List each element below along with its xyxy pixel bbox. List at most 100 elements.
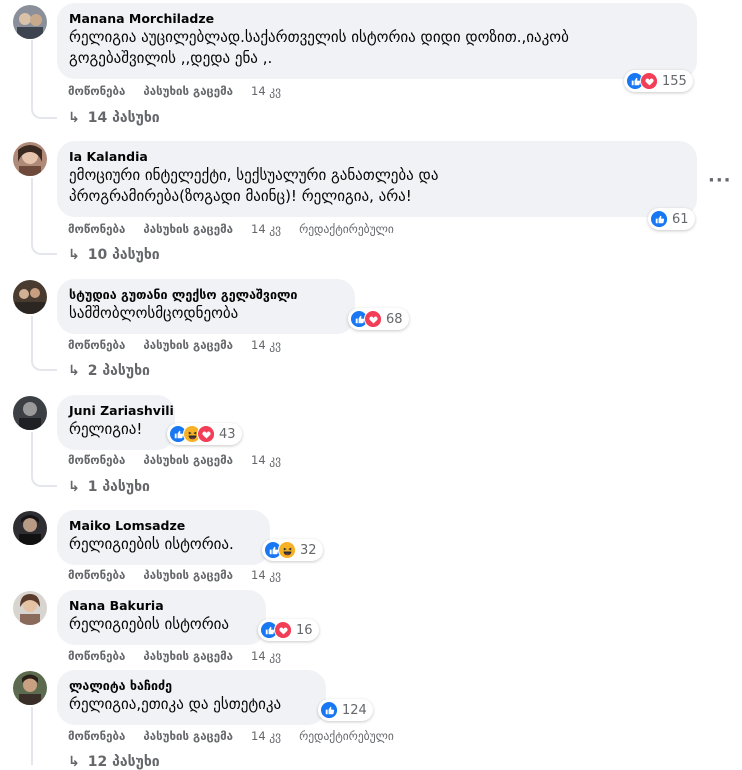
comment-timestamp[interactable]: 14 კვ	[251, 338, 281, 352]
reaction-summary[interactable]: 32	[262, 539, 323, 561]
reply-arrow-icon: ↳	[68, 247, 80, 263]
reply-button[interactable]: პასუხის გაცემა	[143, 568, 233, 582]
reply-button[interactable]: პასუხის გაცემა	[143, 222, 233, 236]
reaction-count: 61	[672, 211, 689, 227]
comment-actions: მოწონება პასუხის გაცემა 14 კვ რედაქტირებ…	[68, 222, 394, 236]
thread-line	[31, 707, 33, 765]
comment-timestamp[interactable]: 14 კვ	[251, 453, 281, 467]
like-reaction-icon	[650, 210, 668, 228]
comment-author[interactable]: Manana Morchiladze	[69, 11, 685, 27]
view-replies-link[interactable]: ↳ 10 პასუხი	[68, 247, 160, 263]
like-reaction-icon	[320, 701, 338, 719]
thread-line	[31, 316, 33, 357]
comment-bubble: Manana Morchiladze რელიგია აუცილებლად.სა…	[57, 3, 697, 79]
love-reaction-icon	[274, 621, 292, 639]
love-reaction-icon	[197, 425, 215, 443]
comment-timestamp[interactable]: 14 კვ	[251, 84, 281, 98]
view-replies-link[interactable]: ↳ 14 პასუხი	[68, 110, 160, 126]
comment-actions: მოწონება პასუხის გაცემა 14 კვ	[68, 338, 299, 352]
comment-timestamp[interactable]: 14 კვ	[251, 222, 281, 236]
reply-button[interactable]: პასუხის გაცემა	[143, 649, 233, 663]
haha-reaction-icon	[278, 541, 296, 559]
reaction-count: 16	[296, 622, 313, 638]
reply-button[interactable]: პასუხის გაცემა	[143, 453, 233, 467]
like-button[interactable]: მოწონება	[68, 338, 125, 352]
avatar[interactable]	[13, 396, 47, 430]
comment-bubble: Nana Bakuria რელიგიების ისტორია	[57, 590, 266, 645]
comment-author[interactable]: Nana Bakuria	[69, 598, 254, 614]
reply-arrow-icon: ↳	[68, 754, 80, 770]
like-button[interactable]: მოწონება	[68, 649, 125, 663]
reaction-summary[interactable]: 155	[624, 70, 693, 92]
thread-connector	[31, 357, 57, 371]
reaction-summary[interactable]: 124	[318, 699, 373, 721]
reaction-summary[interactable]: 43	[167, 423, 242, 445]
comment-text-line: რელიგია აუცილებლად.საქართველის ისტორია დ…	[69, 28, 569, 46]
comment-bubble: Maiko Lomsadze რელიგიების ისტორია.	[57, 510, 270, 565]
like-button[interactable]: მოწონება	[68, 453, 125, 467]
comment-text-line: რელიგია,ეთიკა და ესთეტიკა	[69, 695, 282, 713]
view-replies-link[interactable]: ↳ 2 პასუხი	[68, 363, 150, 379]
comment-text-line: რელიგია!	[69, 420, 143, 438]
avatar[interactable]	[13, 5, 47, 39]
reply-button[interactable]: პასუხის გაცემა	[143, 338, 233, 352]
comment-timestamp[interactable]: 14 კვ	[251, 649, 281, 663]
thread-line	[31, 178, 33, 241]
reaction-count: 68	[386, 311, 403, 327]
comment-text-line: პროგრამირება(ზოგადი მაინც)! რელიგია, არა…	[69, 187, 412, 205]
replies-count: 12 პასუხი	[87, 754, 160, 770]
reaction-summary[interactable]: 68	[348, 308, 409, 330]
more-options-icon[interactable]: ···	[708, 170, 732, 191]
view-replies-link[interactable]: ↳ 12 პასუხი	[68, 754, 160, 770]
thread-line	[31, 432, 33, 473]
comment-actions: მოწონება პასუხის გაცემა 14 კვ	[68, 649, 299, 663]
reply-button[interactable]: პასუხის გაცემა	[143, 84, 233, 98]
reaction-count: 32	[300, 542, 317, 558]
reaction-summary[interactable]: 16	[258, 619, 319, 641]
reply-arrow-icon: ↳	[68, 479, 80, 495]
like-button[interactable]: მოწონება	[68, 729, 125, 743]
like-button[interactable]: მოწონება	[68, 222, 125, 236]
comment-timestamp[interactable]: 14 კვ	[251, 568, 281, 582]
avatar[interactable]	[13, 591, 47, 625]
avatar[interactable]	[13, 671, 47, 705]
like-button[interactable]: მოწონება	[68, 84, 125, 98]
comment-text-line: ემოციური ინტელექტი, სექსუალური განათლება…	[69, 166, 439, 184]
avatar[interactable]	[13, 280, 47, 314]
comment-author[interactable]: ლალიტა ხაჩიძე	[69, 678, 314, 694]
edited-label: რედაქტირებული	[299, 729, 394, 743]
comment-bubble: ლალიტა ხაჩიძე რელიგია,ეთიკა და ესთეტიკა	[57, 670, 326, 725]
comment-actions: მოწონება პასუხის გაცემა 14 კვ	[68, 568, 299, 582]
thread-line	[31, 40, 33, 105]
reply-button[interactable]: პასუხის გაცემა	[143, 729, 233, 743]
replies-count: 14 პასუხი	[87, 110, 160, 126]
comment-timestamp[interactable]: 14 კვ	[251, 729, 281, 743]
comment-author[interactable]: Ia Kalandia	[69, 149, 685, 165]
thread-connector	[31, 241, 57, 255]
comment-text-line: გოგებაშვილის ,,დედა ენა ,.	[69, 49, 273, 67]
avatar[interactable]	[13, 142, 47, 176]
avatar[interactable]	[13, 511, 47, 545]
love-reaction-icon	[640, 72, 658, 90]
comment-bubble: Juni Zariashvili რელიგია!	[57, 395, 175, 450]
view-replies-link[interactable]: ↳ 1 პასუხი	[68, 479, 150, 495]
comment-author[interactable]: Maiko Lomsadze	[69, 518, 258, 534]
comment-author[interactable]: Juni Zariashvili	[69, 403, 174, 419]
comment-bubble: Ia Kalandia ემოციური ინტელექტი, სექსუალუ…	[57, 141, 697, 217]
like-button[interactable]: მოწონება	[68, 568, 125, 582]
comment-text-line: სამშობლოსმცოდნეობა	[69, 304, 239, 322]
reaction-summary[interactable]: 61	[648, 208, 695, 230]
replies-count: 10 პასუხი	[87, 247, 160, 263]
comment-bubble: სტუდია გუთანი ლექსო გელაშვილი სამშობლოსმ…	[57, 279, 355, 334]
reply-arrow-icon: ↳	[68, 110, 80, 126]
thread-connector	[31, 105, 57, 119]
reply-arrow-icon: ↳	[68, 363, 80, 379]
thread-connector	[31, 473, 57, 487]
edited-label: რედაქტირებული	[299, 222, 394, 236]
comment-text-line: რელიგიების ისტორია.	[69, 535, 234, 553]
comment-author[interactable]: სტუდია გუთანი ლექსო გელაშვილი	[69, 287, 343, 303]
comment-actions: მოწონება პასუხის გაცემა 14 კვ	[68, 84, 299, 98]
replies-count: 1 პასუხი	[87, 479, 150, 495]
reaction-count: 155	[662, 73, 687, 89]
reaction-count: 124	[342, 702, 367, 718]
